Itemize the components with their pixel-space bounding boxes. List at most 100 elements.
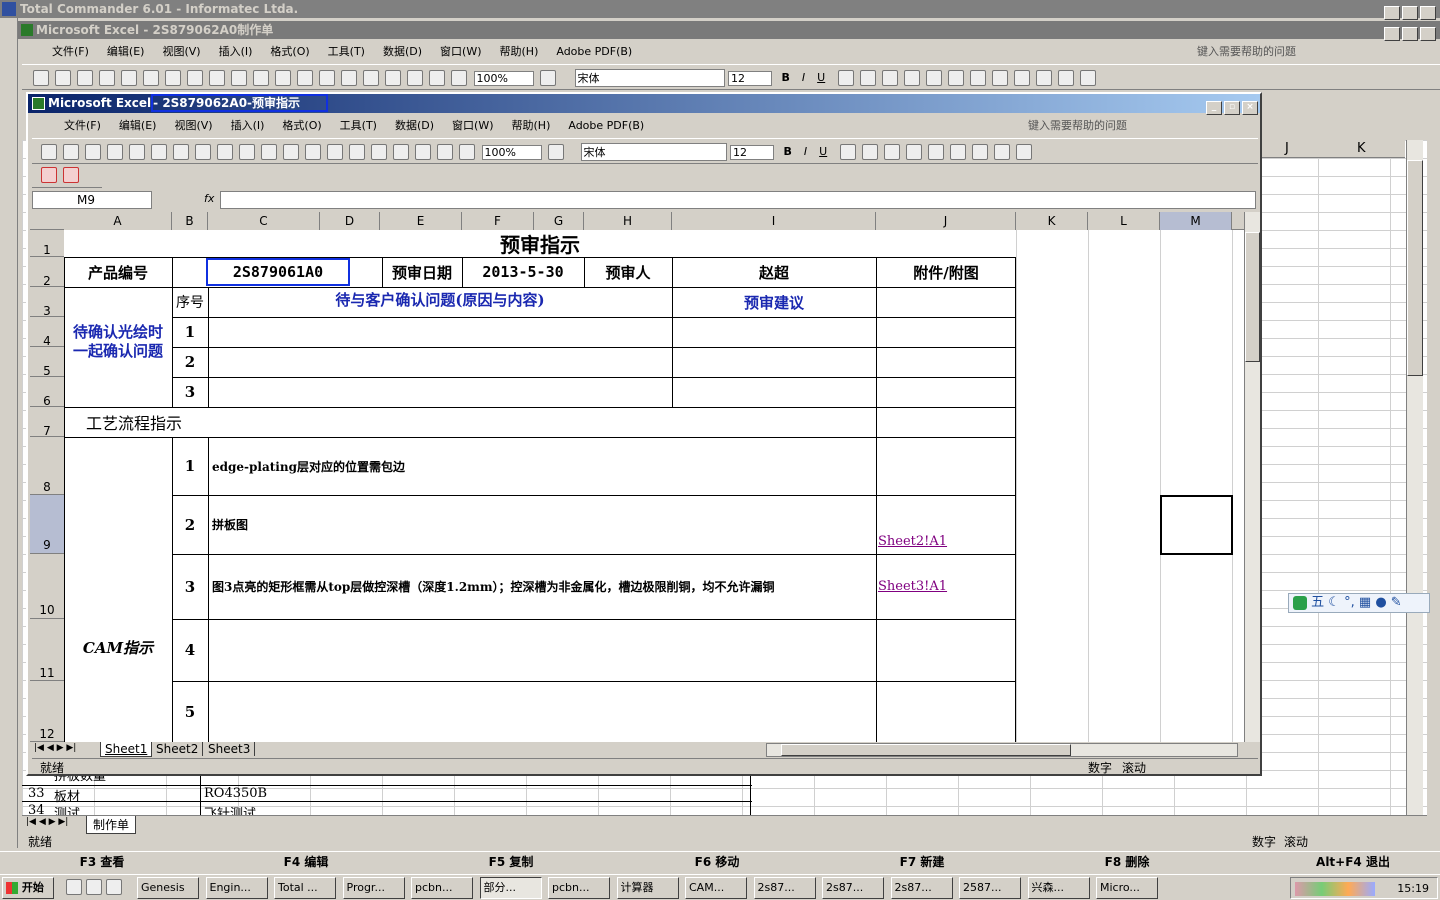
task-pcbn-2[interactable]: pcbn...	[548, 877, 610, 899]
keyboard-icon[interactable]: ▦	[1359, 595, 1371, 610]
menu-window[interactable]: 窗口(W)	[440, 45, 481, 58]
menu-help[interactable]: 帮助(H)	[500, 45, 539, 58]
row-header[interactable]: 10	[30, 554, 64, 619]
col-header[interactable]: B	[172, 212, 208, 230]
maximize-icon[interactable]: ▫	[1402, 27, 1418, 41]
col-header[interactable]: G	[534, 212, 584, 230]
media-icon[interactable]	[105, 879, 122, 895]
col-header[interactable]: J	[876, 212, 1016, 230]
autosum-icon[interactable]	[385, 70, 401, 86]
permission-icon[interactable]	[107, 144, 123, 160]
drawing-icon[interactable]	[451, 70, 467, 86]
row-header[interactable]: 1	[30, 230, 64, 257]
align-center-icon[interactable]	[861, 144, 878, 160]
help-icon[interactable]	[548, 144, 564, 160]
col-header[interactable]: A	[64, 212, 172, 230]
task-calculator[interactable]: 计算器	[616, 877, 679, 899]
preview-icon[interactable]	[173, 144, 189, 160]
tab-sheet2[interactable]: Sheet2	[152, 742, 204, 756]
menu-window[interactable]: 窗口(W)	[452, 119, 493, 132]
menu-data[interactable]: 数据(D)	[383, 45, 422, 58]
paste-icon[interactable]	[283, 144, 299, 160]
email-icon[interactable]	[129, 144, 145, 160]
menu-format[interactable]: 格式(O)	[282, 119, 321, 132]
outer-size[interactable]: 12	[728, 70, 772, 86]
row-header[interactable]: 2	[30, 257, 64, 288]
hyperlink-icon[interactable]	[363, 70, 379, 86]
f5-copy-button[interactable]: F5 复制	[408, 853, 614, 871]
bold-button[interactable]: B	[782, 71, 790, 84]
font-color-icon[interactable]	[1015, 144, 1032, 160]
tab-zhizuodan[interactable]: 制作单	[86, 816, 137, 834]
scroll-thumb[interactable]	[1245, 232, 1260, 362]
menu-view[interactable]: 视图(V)	[174, 119, 212, 132]
wrench-icon[interactable]: ✎	[1391, 595, 1402, 610]
menu-data[interactable]: 数据(D)	[395, 119, 434, 132]
percent-icon[interactable]	[947, 70, 964, 86]
save-icon[interactable]	[85, 144, 101, 160]
comma-icon[interactable]	[971, 144, 988, 160]
align-center-icon[interactable]	[859, 70, 876, 86]
minimize-icon[interactable]: _	[1206, 101, 1222, 115]
cam-item-2[interactable]: 拼板图	[212, 495, 672, 554]
altf4-exit-button[interactable]: Alt+F4 退出	[1278, 853, 1428, 871]
research-icon[interactable]	[217, 144, 233, 160]
align-left-icon[interactable]	[839, 144, 856, 160]
pdf-email-icon[interactable]	[63, 167, 79, 183]
task-cam[interactable]: CAM...	[685, 877, 747, 899]
tab-sheet3[interactable]: Sheet3	[204, 742, 256, 756]
outer-help-box[interactable]: 键入需要帮助的问题	[1197, 42, 1296, 62]
align-right-icon[interactable]	[883, 144, 900, 160]
currency-icon[interactable]	[927, 144, 944, 160]
sheet3-link[interactable]: Sheet3!A1	[878, 554, 998, 619]
review-date-value[interactable]: 2013-5-30	[462, 257, 584, 287]
task-pcbn-1[interactable]: pcbn...	[411, 877, 473, 899]
permission-icon[interactable]	[99, 70, 115, 86]
borders-icon[interactable]	[1035, 70, 1052, 86]
menu-view[interactable]: 视图(V)	[162, 45, 200, 58]
chart-icon[interactable]	[437, 144, 453, 160]
align-left-icon[interactable]	[837, 70, 854, 86]
menu-edit[interactable]: 编辑(E)	[119, 119, 157, 132]
bold-button[interactable]: B	[784, 145, 792, 158]
f6-move-button[interactable]: F6 移动	[614, 853, 820, 871]
menu-pdf[interactable]: Adobe PDF(B)	[556, 45, 632, 58]
hyperlink-icon[interactable]	[371, 144, 387, 160]
sheet2-link[interactable]: Sheet2!A1	[878, 497, 998, 553]
decimal-icon[interactable]	[993, 144, 1010, 160]
font-color-icon[interactable]	[1079, 70, 1096, 86]
ie-icon[interactable]	[85, 879, 102, 895]
sort-asc-icon[interactable]	[407, 70, 423, 86]
print-icon[interactable]	[143, 70, 159, 86]
outer-zoom[interactable]: 100%	[473, 70, 534, 86]
inner-font[interactable]: 宋体	[580, 143, 727, 161]
pdf-convert-icon[interactable]	[41, 167, 57, 183]
close-icon[interactable]: ×	[1420, 6, 1436, 20]
close-icon[interactable]: ×	[1420, 27, 1436, 41]
percent-icon[interactable]	[949, 144, 966, 160]
underline-button[interactable]: U	[817, 71, 825, 84]
fx-icon[interactable]: fx	[204, 192, 214, 205]
row-header[interactable]: 6	[30, 377, 64, 408]
task-bufen[interactable]: 部分...	[479, 877, 542, 899]
menu-format[interactable]: 格式(O)	[270, 45, 309, 58]
redo-icon[interactable]	[349, 144, 365, 160]
col-j[interactable]: J	[1285, 141, 1289, 156]
ime-mode[interactable]: 五	[1311, 595, 1324, 610]
drawing-icon[interactable]	[459, 144, 475, 160]
task-xingsen[interactable]: 兴森...	[1027, 877, 1090, 899]
merge-icon[interactable]	[903, 70, 920, 86]
inner-size[interactable]: 12	[730, 144, 774, 160]
menu-edit[interactable]: 编辑(E)	[107, 45, 145, 58]
menu-insert[interactable]: 插入(I)	[231, 119, 265, 132]
email-icon[interactable]	[121, 70, 137, 86]
scroll-thumb[interactable]	[781, 744, 1071, 756]
formula-input[interactable]	[220, 191, 1256, 209]
row-header[interactable]: 8	[30, 437, 64, 495]
f8-delete-button[interactable]: F8 删除	[1024, 853, 1230, 871]
scroll-thumb[interactable]	[1407, 160, 1423, 376]
decimal-icon[interactable]	[991, 70, 1008, 86]
copy-icon[interactable]	[253, 70, 269, 86]
print-icon[interactable]	[151, 144, 167, 160]
col-header[interactable]: C	[208, 212, 320, 230]
